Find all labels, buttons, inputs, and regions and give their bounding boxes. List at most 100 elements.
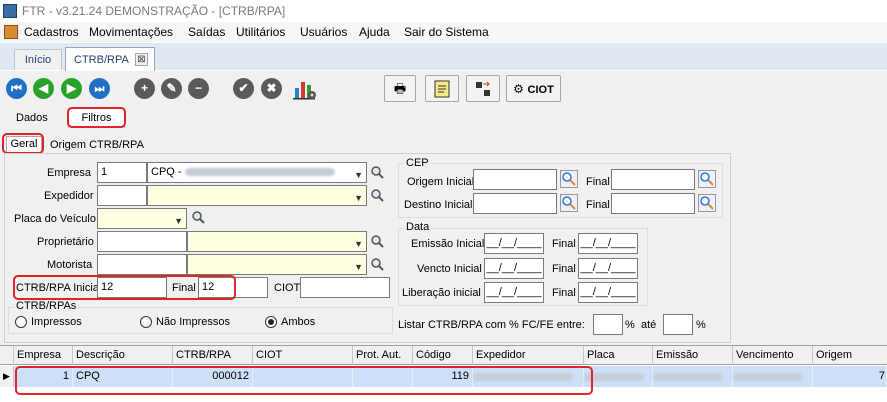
empresa-code-input[interactable]: 1 <box>97 162 147 183</box>
motorista-code-input[interactable] <box>97 254 187 275</box>
radio-selected-dot <box>268 319 274 325</box>
redacted-text <box>653 373 723 381</box>
percent-label-2: % <box>696 319 706 331</box>
vencto-final-date[interactable]: __/__/____ <box>578 258 638 279</box>
col-descricao[interactable]: Descrição <box>73 346 173 365</box>
search-icon[interactable] <box>370 257 384 271</box>
row-indicator[interactable]: ▶ <box>0 366 14 387</box>
system-menu-icon[interactable] <box>4 25 18 39</box>
first-record-button[interactable]: ⏮ <box>6 78 27 99</box>
menu-usuarios[interactable]: Usuários <box>300 25 347 39</box>
search-icon[interactable] <box>370 188 384 202</box>
percent-from-input[interactable] <box>593 314 623 335</box>
radio-impressos-label: Impressos <box>31 316 82 328</box>
highlight-geral <box>2 133 44 154</box>
emissao-final-date[interactable]: __/__/____ <box>578 233 638 254</box>
col-origem[interactable]: Origem <box>813 346 887 365</box>
col-ctrb[interactable]: CTRB/RPA <box>173 346 253 365</box>
bar-chart-gear-icon <box>293 82 316 100</box>
remove-button[interactable]: − <box>188 78 209 99</box>
listar-label: Listar CTRB/RPA com % FC/FE entre: <box>398 319 585 331</box>
col-expedidor[interactable]: Expedidor <box>473 346 584 365</box>
col-codigo[interactable]: Código <box>413 346 473 365</box>
next-record-button[interactable]: ▶ <box>61 78 82 99</box>
close-tab-icon[interactable]: ⊠ <box>135 53 148 66</box>
redacted-text <box>584 373 644 381</box>
ciot-label: CIOT <box>274 282 301 294</box>
menu-cadastros[interactable]: Cadastros <box>24 25 79 39</box>
edit-button[interactable]: ✎ <box>161 78 182 99</box>
document-icon <box>434 80 450 98</box>
search-icon[interactable] <box>560 194 578 212</box>
search-icon[interactable] <box>370 234 384 248</box>
menu-ajuda[interactable]: Ajuda <box>359 25 390 39</box>
menu-utilitarios[interactable]: Utilitários <box>236 25 285 39</box>
search-icon[interactable] <box>191 210 205 224</box>
destino-inicial-label: Destino Inicial <box>404 199 473 211</box>
document-button[interactable] <box>425 75 459 102</box>
col-placa[interactable]: Placa <box>584 346 653 365</box>
expedidor-select[interactable]: ▼ <box>147 185 367 206</box>
radio-nao-impressos-label: Não Impressos <box>156 316 230 328</box>
data-group-label: Data <box>404 221 432 233</box>
liberacao-final-date[interactable]: __/__/____ <box>578 282 638 303</box>
origem-inicial-label: Origem Inicial <box>407 176 475 188</box>
destino-final-input[interactable] <box>611 193 695 214</box>
radio-nao-impressos[interactable] <box>140 316 152 328</box>
menu-movimentacoes[interactable]: Movimentações <box>89 25 173 39</box>
vencto-inicial-date[interactable]: __/__/____ <box>484 258 544 279</box>
report-chart-button[interactable] <box>292 76 318 102</box>
search-icon[interactable] <box>560 170 578 188</box>
last-record-button[interactable]: ⏭ <box>89 78 110 99</box>
transfer-button[interactable] <box>466 75 500 102</box>
col-vencimento[interactable]: Vencimento <box>733 346 813 365</box>
motorista-label: Motorista <box>47 259 93 271</box>
liberacao-inicial-date[interactable]: __/__/____ <box>484 282 544 303</box>
percent-to-input[interactable] <box>663 314 693 335</box>
gears-icon: ⚙ <box>513 82 524 96</box>
col-ciot[interactable]: CIOT <box>253 346 353 365</box>
motorista-select[interactable]: ▼ <box>187 254 367 275</box>
col-empresa[interactable]: Empresa <box>14 346 73 365</box>
origem-final-input[interactable] <box>611 169 695 190</box>
search-icon[interactable] <box>698 170 716 188</box>
subtabs-bar <box>0 106 887 128</box>
expedidor-code-input[interactable] <box>97 185 147 206</box>
previous-record-button[interactable]: ◀ <box>33 78 54 99</box>
tab-ctrb-rpa[interactable]: CTRB/RPA ⊠ <box>65 47 155 71</box>
add-button[interactable]: + <box>134 78 155 99</box>
print-button[interactable]: 🖶 <box>384 75 416 102</box>
liberacao-label: Liberação inicial <box>402 287 481 299</box>
radio-impressos[interactable] <box>15 316 27 328</box>
origem-inicial-input[interactable] <box>473 169 557 190</box>
title-bar: FTR - v3.21.24 DEMONSTRAÇÃO - [CTRB/RPA] <box>0 0 887 22</box>
col-emissao[interactable]: Emissão <box>653 346 733 365</box>
tab-ctrb-label: CTRB/RPA <box>74 54 129 66</box>
col-prot-aut[interactable]: Prot. Aut. <box>353 346 413 365</box>
proprietario-select[interactable]: ▼ <box>187 231 367 252</box>
chevron-down-icon: ▼ <box>354 239 363 249</box>
tab-origem-ctrb[interactable]: Origem CTRB/RPA <box>50 139 144 151</box>
menu-sair[interactable]: Sair do Sistema <box>404 25 489 39</box>
radio-ambos[interactable] <box>265 316 277 328</box>
cell-emissao <box>653 366 733 387</box>
vencto-final-label: Final <box>552 263 576 275</box>
emissao-inicial-date[interactable]: __/__/____ <box>484 233 544 254</box>
ciot-button[interactable]: ⚙ CIOT <box>506 75 561 102</box>
printer-icon: 🖶 <box>393 81 407 96</box>
row-indicator-header <box>0 346 14 365</box>
proprietario-code-input[interactable] <box>97 231 187 252</box>
tab-inicio[interactable]: Início <box>14 49 62 70</box>
placa-select[interactable]: ▼ <box>97 208 187 229</box>
ciot-input[interactable] <box>300 277 390 298</box>
highlight-result-row <box>15 366 593 395</box>
menu-saidas[interactable]: Saídas <box>188 25 225 39</box>
search-icon[interactable] <box>370 165 384 179</box>
confirm-button[interactable]: ✔ <box>233 78 254 99</box>
menu-bar: Cadastros Movimentações Saídas Utilitári… <box>0 22 887 42</box>
empresa-select[interactable]: CPQ - ▼ <box>147 162 367 183</box>
search-icon[interactable] <box>698 194 716 212</box>
cancel-button[interactable]: ✖ <box>261 78 282 99</box>
tab-dados[interactable]: Dados <box>16 112 48 124</box>
destino-inicial-input[interactable] <box>473 193 557 214</box>
